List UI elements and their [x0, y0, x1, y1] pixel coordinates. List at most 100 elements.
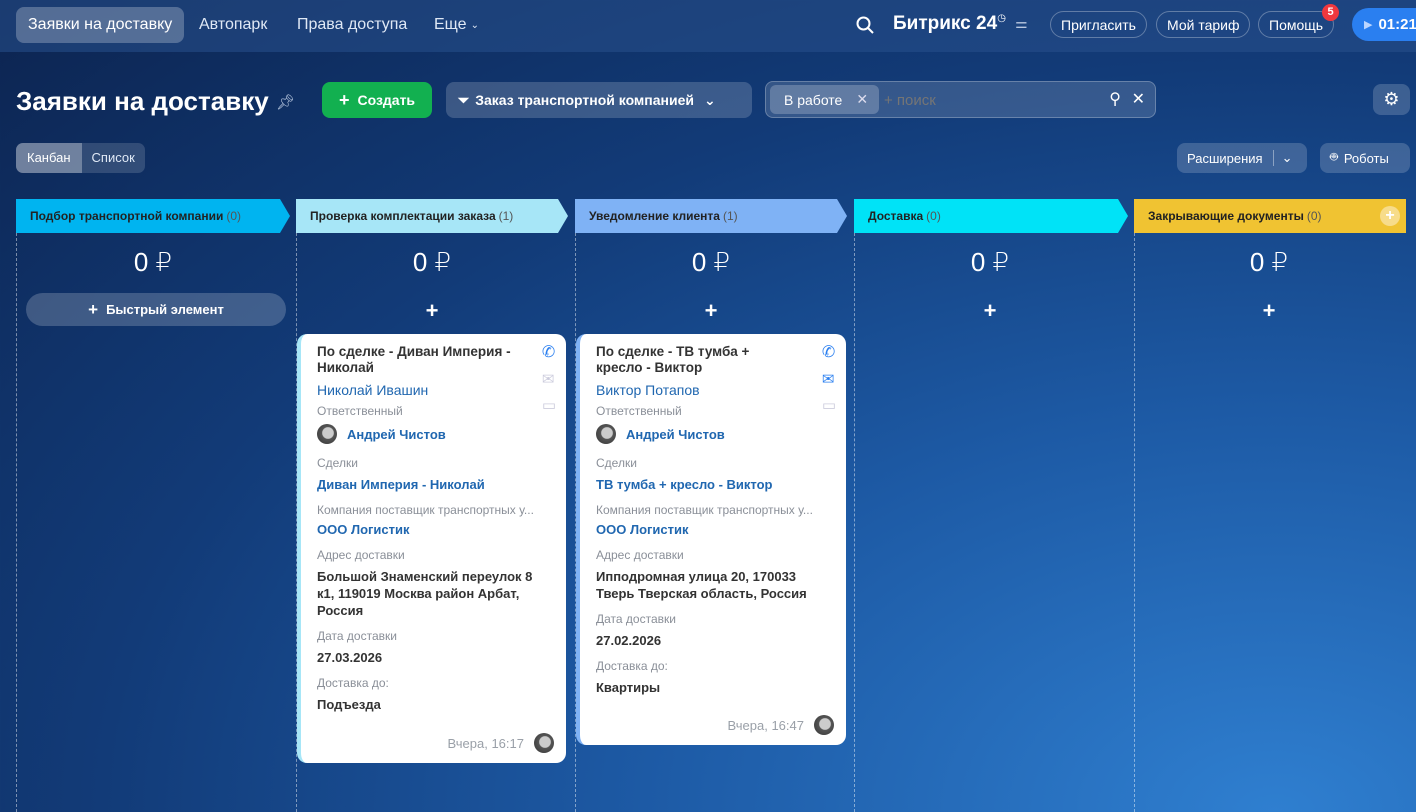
settings-gear-icon[interactable]: ⚙ [1373, 84, 1410, 115]
robots-button[interactable]: 🤖︎ Роботы [1320, 143, 1410, 173]
mail-icon[interactable]: ✉ [822, 370, 836, 388]
column-header[interactable]: Подбор транспортной компании (0) [16, 199, 290, 233]
phone-icon[interactable]: ✆ [822, 342, 836, 362]
add-item-button[interactable]: + [855, 298, 1125, 324]
funnel-label: Заказ транспортной компанией [475, 92, 694, 108]
nav-more-label: Еще [434, 16, 467, 33]
field-label: Дата доставки [317, 629, 397, 643]
field-label: Доставка до: [596, 659, 668, 673]
filter-tag[interactable]: В работе ✕ [770, 85, 879, 114]
mail-icon[interactable]: ✉ [542, 370, 556, 388]
address-value: Большой Знаменский переулок 8 к1, 119019… [317, 569, 533, 618]
close-icon[interactable]: ✕ [856, 91, 868, 108]
search-icon[interactable] [856, 16, 874, 34]
extensions-button[interactable]: Расширения ⌄ [1177, 143, 1307, 173]
timer-button[interactable]: ▶ 01:21 [1352, 8, 1416, 41]
timer-value: 01:21 [1378, 16, 1416, 33]
delivery-to-value: Квартиры [596, 680, 661, 695]
field-label: Адрес доставки [596, 548, 684, 562]
column-sum: 0 ₽ [691, 247, 731, 277]
nav-more[interactable]: Еще ⌄ [422, 7, 491, 43]
robots-label: Роботы [1343, 150, 1389, 166]
plus-icon: + [338, 89, 350, 110]
field-label: Дата доставки [596, 612, 676, 626]
top-bar: Заявки на доставку Автопарк Права доступ… [0, 0, 1416, 52]
field-label: Сделки [317, 456, 358, 470]
quick-add-button[interactable]: + Быстрый элемент [26, 293, 286, 326]
column-divider [16, 233, 17, 812]
nav-fleet[interactable]: Автопарк [187, 7, 279, 43]
column-sum: 0 ₽ [412, 247, 452, 277]
avatar [534, 733, 554, 753]
field-label: Доставка до: [317, 676, 389, 690]
nav-access-rights[interactable]: Права доступа [285, 7, 419, 43]
nav-delivery-requests[interactable]: Заявки на доставку [16, 7, 185, 43]
company-link[interactable]: ООО Логистик [317, 521, 550, 538]
plus-icon: + [88, 299, 99, 319]
column-header[interactable]: Доставка (0) [854, 199, 1128, 233]
quick-add-label: Быстрый элемент [106, 302, 224, 317]
play-icon: ▶ [1364, 19, 1373, 31]
view-switcher: Канбан Список [16, 143, 145, 173]
column-header[interactable]: Проверка комплектации заказа (1) [296, 199, 568, 233]
field-label: Ответственный [317, 404, 403, 418]
my-tariff-button[interactable]: Мой тариф [1156, 11, 1251, 38]
card-title[interactable]: По сделке - Диван Империя - Николай [317, 344, 517, 376]
card-title[interactable]: По сделке - ТВ тумба + кресло - Виктор [596, 344, 796, 376]
card-timestamp: Вчера, 16:47 [727, 717, 804, 733]
kanban-card[interactable]: По сделке - ТВ тумба + кресло - Виктор В… [576, 334, 846, 745]
chat-icon[interactable]: ▭ [542, 396, 556, 414]
help-badge: 5 [1322, 4, 1339, 21]
card-contact[interactable]: Николай Ивашин [317, 382, 550, 398]
column-sum: 0 ₽ [1249, 247, 1289, 277]
avatar [814, 715, 834, 735]
column-header[interactable]: Закрывающие документы (0) + [1134, 199, 1406, 233]
phone-icon[interactable]: ✆ [542, 342, 556, 362]
tab-kanban[interactable]: Канбан [16, 143, 82, 173]
funnel-selector[interactable]: ⏷ Заказ транспортной компанией ⌄ [446, 82, 752, 118]
brand-logo: Битрикс 24◷ [893, 13, 1006, 34]
responsible-link[interactable]: Андрей Чистов [626, 426, 725, 443]
invite-button[interactable]: Пригласить [1050, 11, 1147, 38]
date-value: 27.02.2026 [596, 633, 662, 648]
field-label: Ответственный [596, 404, 682, 418]
clear-icon[interactable]: ✕ [1132, 89, 1145, 109]
date-value: 27.03.2026 [317, 650, 383, 665]
filter-tag-label: В работе [784, 91, 843, 108]
deal-link[interactable]: ТВ тумба + кресло - Виктор [596, 476, 830, 493]
create-button[interactable]: + Создать [322, 82, 432, 118]
column-sum: 0 ₽ [133, 247, 173, 277]
search-input[interactable] [884, 88, 1084, 112]
company-link[interactable]: ООО Логистик [596, 521, 830, 538]
responsible-link[interactable]: Андрей Чистов [347, 426, 446, 443]
extensions-label: Расширения [1187, 150, 1263, 166]
page-title: Заявки на доставку [16, 86, 269, 116]
chat-icon[interactable]: ▭ [822, 396, 836, 414]
column-sum: 0 ₽ [970, 247, 1010, 277]
kanban-card[interactable]: По сделке - Диван Империя - Николай Нико… [297, 334, 566, 763]
field-label: Компания поставщик транспортных у... [317, 503, 534, 517]
robot-icon: 🤖︎ [1330, 149, 1338, 164]
field-label: Адрес доставки [317, 548, 405, 562]
field-label: Сделки [596, 456, 637, 470]
filter-search-bar[interactable]: В работе ✕ ⚲ ✕ [765, 81, 1156, 118]
address-value: Ипподромная улица 20, 170033 Тверь Тверс… [596, 569, 807, 601]
add-item-button[interactable]: + [576, 298, 846, 324]
card-contact[interactable]: Виктор Потапов [596, 382, 830, 398]
pin-icon[interactable]: 📌︎ [276, 93, 295, 111]
delivery-to-value: Подъезда [317, 697, 381, 712]
add-column-icon[interactable]: + [1380, 206, 1400, 226]
add-item-button[interactable]: + [1134, 298, 1404, 324]
column-header[interactable]: Уведомление клиента (1) [575, 199, 847, 233]
add-item-button[interactable]: + [297, 298, 567, 324]
avatar [317, 424, 337, 444]
settings-sliders-icon[interactable]: ⚌ [1015, 15, 1028, 32]
avatar [596, 424, 616, 444]
deal-link[interactable]: Диван Империя - Николай [317, 476, 550, 493]
funnel-icon: ⏷ [458, 91, 470, 108]
tab-list[interactable]: Список [82, 143, 145, 173]
chevron-down-icon: ⌄ [470, 19, 479, 31]
chevron-down-icon[interactable]: ⌄ [1272, 150, 1293, 166]
field-label: Компания поставщик транспортных у... [596, 503, 813, 517]
search-icon[interactable]: ⚲ [1109, 89, 1121, 109]
